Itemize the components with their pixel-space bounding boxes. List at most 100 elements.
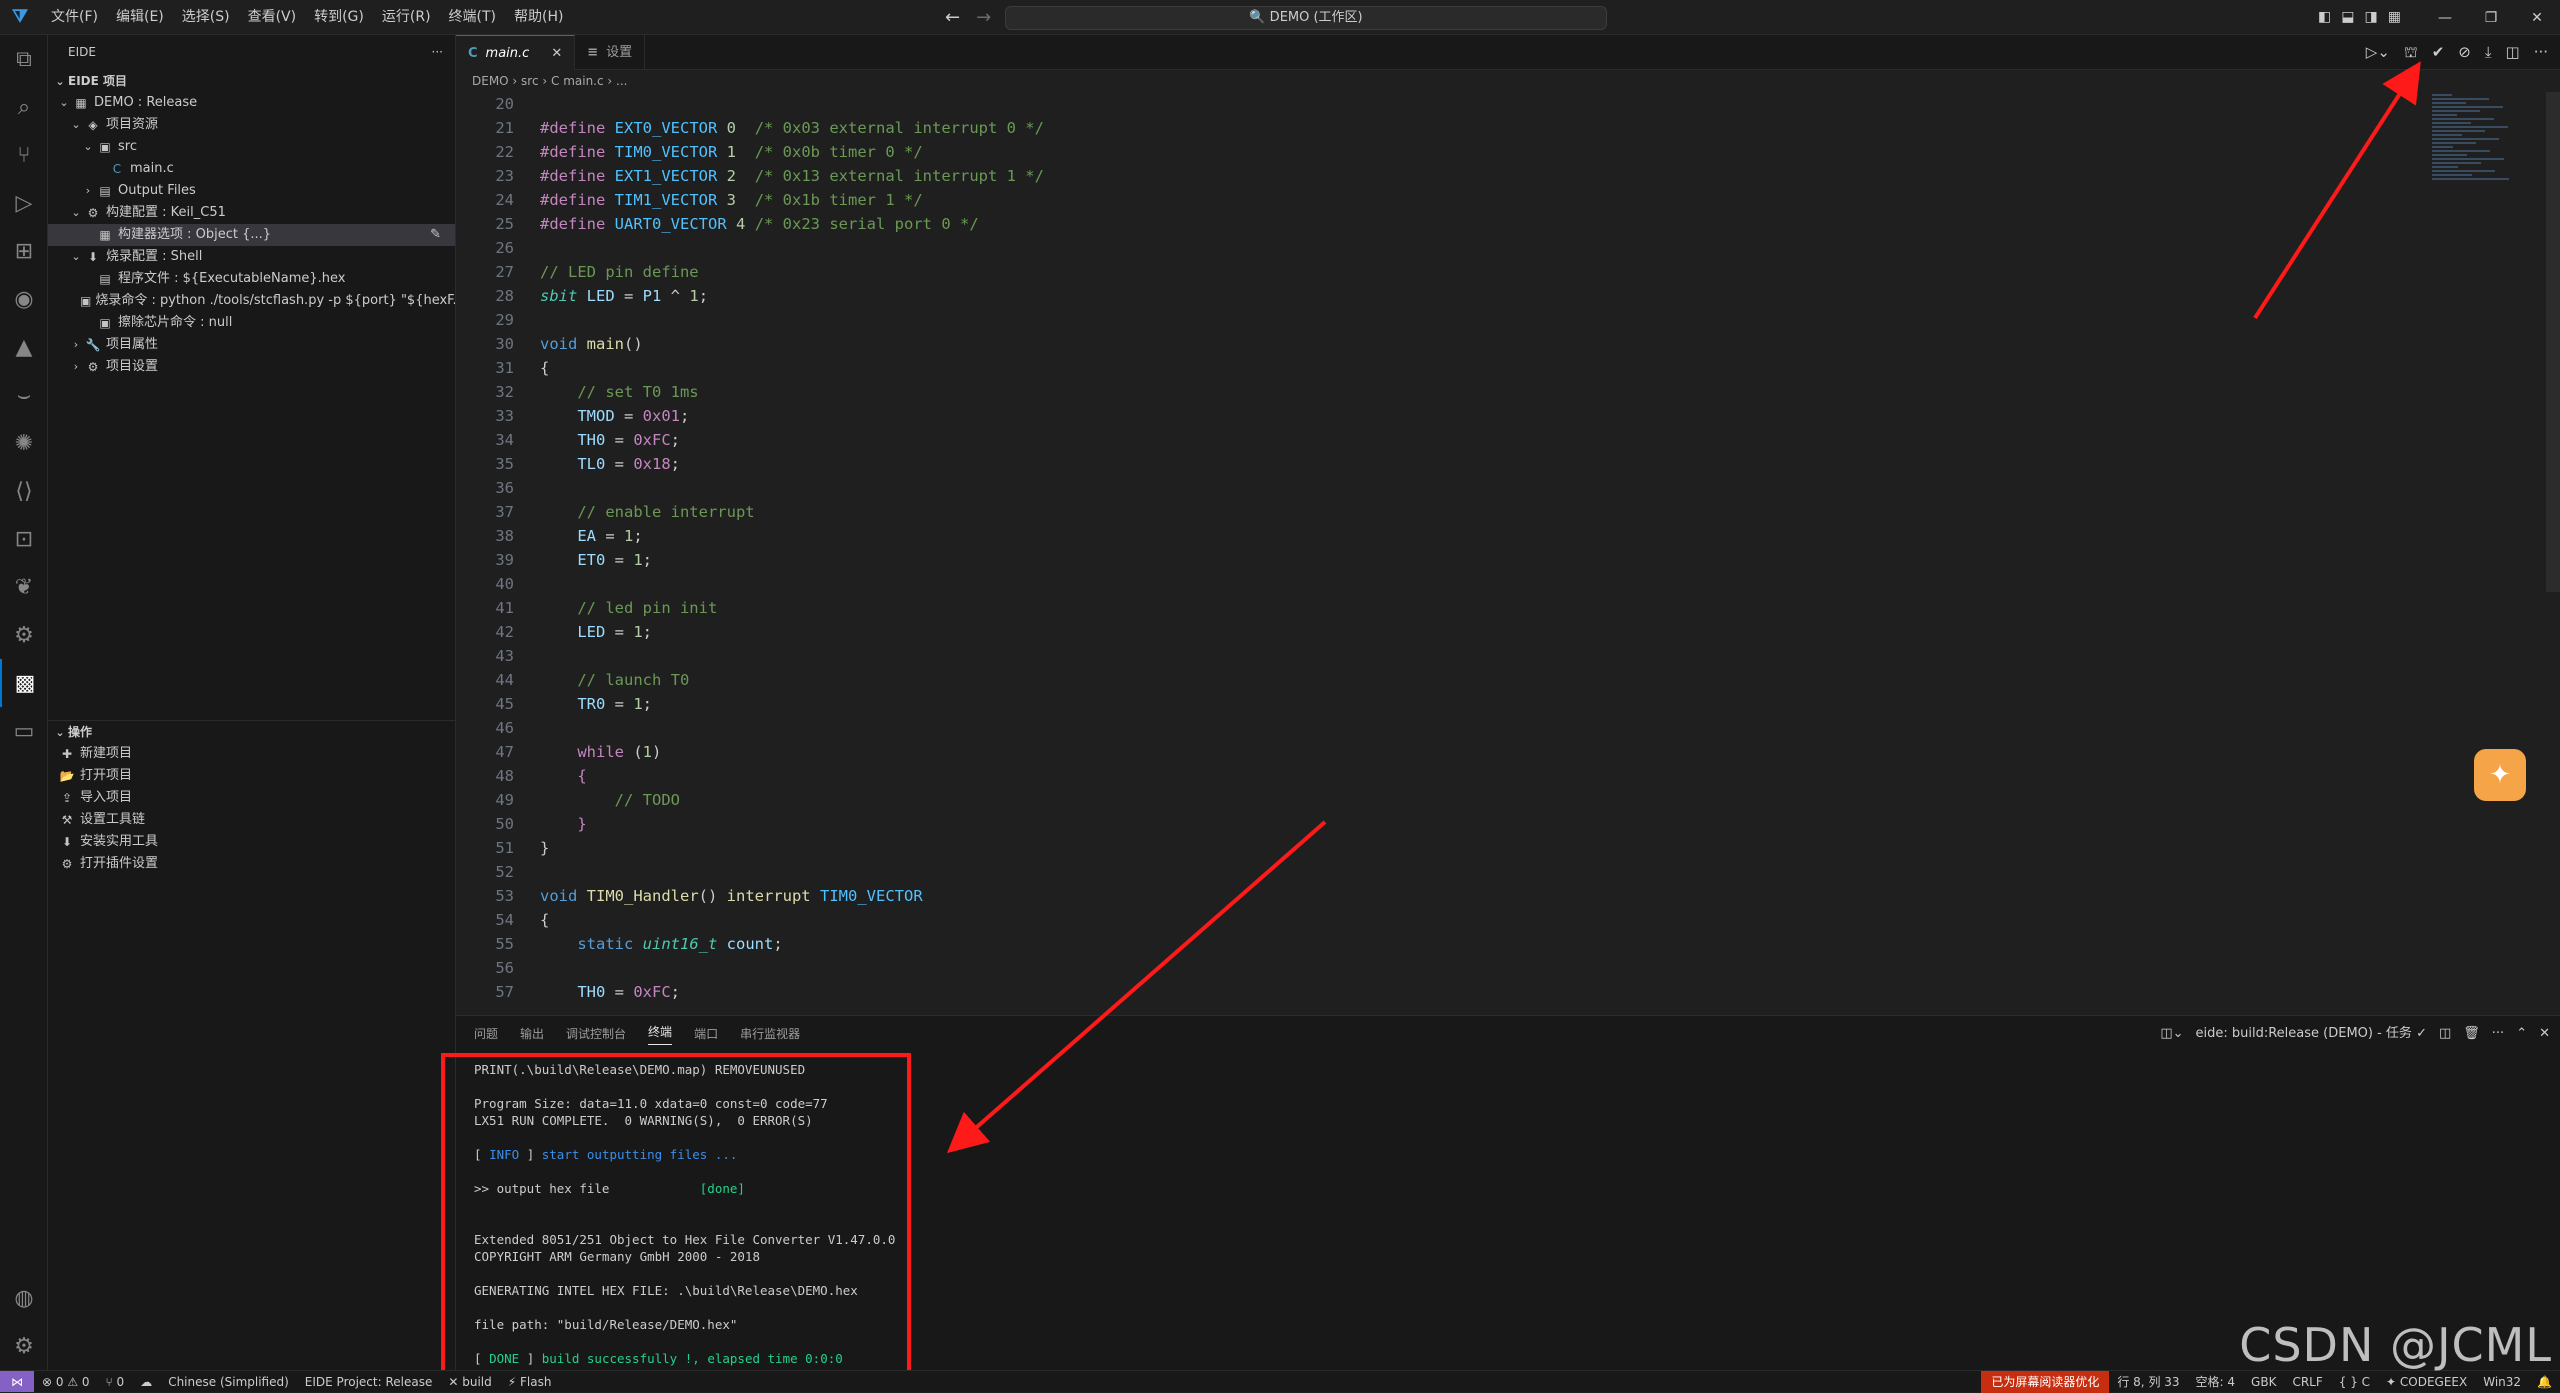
encoding[interactable]: GBK — [2243, 1371, 2284, 1393]
code-line[interactable]: 35 TL0 = 0x18; — [456, 452, 2540, 476]
code-line[interactable]: 43 — [456, 644, 2540, 668]
flash-icon[interactable]: ✔ — [2432, 35, 2445, 70]
eide-chip-icon[interactable]: ▩ — [0, 659, 48, 707]
clean-icon[interactable]: ⊘ — [2458, 35, 2471, 70]
ops-item[interactable]: ⬇ 安装实用工具 — [48, 831, 456, 853]
tab-settings[interactable]: ≡ 设置 — [575, 35, 646, 70]
toggle-panel-icon[interactable]: ⬓ — [2341, 0, 2354, 35]
tree-item[interactable]: ⌄ ▦ DEMO : Release — [48, 92, 455, 114]
manage-gear-icon[interactable]: ⚙ — [0, 1322, 48, 1370]
code-line[interactable]: 36 — [456, 476, 2540, 500]
code-line[interactable]: 54 { — [456, 908, 2540, 932]
notifications-bell-icon[interactable]: 🔔 — [2529, 1371, 2560, 1393]
more-actions-icon[interactable]: ··· — [432, 35, 443, 70]
code-line[interactable]: 26 — [456, 236, 2540, 260]
close-panel-icon[interactable]: ✕ — [2539, 1016, 2550, 1051]
code-line[interactable]: 44 // launch T0 — [456, 668, 2540, 692]
code-line[interactable]: 57 TH0 = 0xFC; — [456, 980, 2540, 1004]
panel-more-icon[interactable]: ··· — [2492, 1016, 2504, 1051]
ops-item[interactable]: ✚ 新建项目 — [48, 743, 456, 765]
code-line[interactable]: 46 — [456, 716, 2540, 740]
code-line[interactable]: 41 // led pin init — [456, 596, 2540, 620]
split-terminal-icon[interactable]: ◫ — [2439, 1016, 2451, 1051]
maximize-panel-icon[interactable]: ⌃ — [2516, 1016, 2527, 1051]
tree-item[interactable]: ▦ 构建器选项 : Object {...} ✎ — [48, 224, 455, 246]
menu-item[interactable]: 终端(T) — [440, 0, 505, 35]
run-icon[interactable]: ▷⌄ — [2366, 35, 2390, 70]
extensions-icon[interactable]: ⊞ — [0, 227, 48, 275]
tree-item[interactable]: ⌄ ▣ src — [48, 136, 455, 158]
menu-item[interactable]: 帮助(H) — [505, 0, 572, 35]
chatgpt-icon[interactable]: ✺ — [0, 419, 48, 467]
code-line[interactable]: 49 // TODO — [456, 788, 2540, 812]
code-line[interactable]: 39 ET0 = 1; — [456, 548, 2540, 572]
ops-item[interactable]: ⚒ 设置工具链 — [48, 809, 456, 831]
tree-item[interactable]: ⌄ ◈ 项目资源 — [48, 114, 455, 136]
tab-main-c[interactable]: Cmain.c ✕ — [456, 35, 576, 70]
panel-tab[interactable]: 端口 — [694, 1025, 718, 1042]
tree-item[interactable]: ▣ 烧录命令 : python ./tools/stcflash.py -p ${… — [48, 290, 455, 312]
tree-item[interactable]: Cmain.c — [48, 158, 455, 180]
menu-item[interactable]: 文件(F) — [42, 0, 107, 35]
tree-item[interactable]: ▤ 程序文件 : ${ExecutableName}.hex — [48, 268, 455, 290]
code-line[interactable]: 48 { — [456, 764, 2540, 788]
tree-item[interactable]: › ⚙ 项目设置 — [48, 356, 455, 378]
code-icon[interactable]: ⟨⟩ — [0, 467, 48, 515]
menu-item[interactable]: 运行(R) — [373, 0, 440, 35]
forward-arrow-icon[interactable]: → — [976, 0, 991, 35]
code-line[interactable]: 25 #define UART0_VECTOR 4 /* 0x23 serial … — [456, 212, 2540, 236]
assistant-bot-icon[interactable]: ✦ — [2474, 749, 2526, 801]
code-line[interactable]: 34 TH0 = 0xFC; — [456, 428, 2540, 452]
code-line[interactable]: 22 #define TIM0_VECTOR 1 /* 0x0b timer 0 … — [456, 140, 2540, 164]
code-line[interactable]: 24 #define TIM1_VECTOR 3 /* 0x1b timer 1 … — [456, 188, 2540, 212]
code-line[interactable]: 23 #define EXT1_VECTOR 2 /* 0x13 external… — [456, 164, 2540, 188]
download-icon[interactable]: ⤓ — [2485, 35, 2492, 70]
minimize-icon[interactable]: — — [2422, 10, 2468, 26]
cloud-icon[interactable]: ☁ — [132, 1371, 160, 1392]
menu-item[interactable]: 转到(G) — [305, 0, 373, 35]
codegeex-status[interactable]: ✦ CODEGEEX — [2378, 1371, 2475, 1393]
panel-tab[interactable]: 串行监视器 — [740, 1025, 800, 1042]
code-line[interactable]: 20 — [456, 92, 2540, 116]
kill-terminal-icon[interactable]: 🗑 — [2463, 1016, 2480, 1051]
platform[interactable]: Win32 — [2475, 1371, 2529, 1393]
flash-button[interactable]: ⚡ Flash — [500, 1371, 560, 1392]
eide-project-indicator[interactable]: EIDE Project: Release — [297, 1371, 441, 1392]
panel-tab[interactable]: 终端 — [648, 1023, 673, 1045]
terminal-output[interactable]: PRINT(.\build\Release\DEMO.map) REMOVEUN… — [474, 1061, 895, 1367]
menu-item[interactable]: 编辑(E) — [107, 0, 173, 35]
breadcrumb[interactable]: DEMO › src › C main.c › ... — [456, 70, 2560, 92]
code-line[interactable]: 56 — [456, 956, 2540, 980]
more-icon[interactable]: ··· — [2534, 35, 2548, 70]
run-debug-icon[interactable]: ▷ — [0, 179, 48, 227]
screen-reader-badge[interactable]: 已为屏幕阅读器优化 — [1981, 1371, 2110, 1393]
tree-item[interactable]: › 🔧 项目属性 — [48, 334, 455, 356]
azure-icon[interactable]: ▲ — [0, 323, 48, 371]
code-line[interactable]: 50 } — [456, 812, 2540, 836]
code-line[interactable]: 33 TMOD = 0x01; — [456, 404, 2540, 428]
code-line[interactable]: 51} — [456, 836, 2540, 860]
remote-explorer-icon[interactable]: ⊡ — [0, 515, 48, 563]
menu-item[interactable]: 选择(S) — [173, 0, 239, 35]
ops-item[interactable]: ⚙ 打开插件设置 — [48, 853, 456, 875]
tree-item[interactable]: ⌄ ⬇ 烧录配置 : Shell — [48, 246, 455, 268]
toggle-sidebar-icon[interactable]: ◧ — [2318, 0, 2331, 35]
language-mode[interactable]: { } C — [2331, 1371, 2378, 1393]
command-center[interactable]: 🔍 DEMO (工作区) — [1005, 6, 1607, 30]
account-icon[interactable]: ◍ — [0, 1274, 48, 1322]
toggle-secondary-sidebar-icon[interactable]: ◨ — [2364, 0, 2377, 35]
ops-item[interactable]: 📂 打开项目 — [48, 765, 456, 787]
code-line[interactable]: 47 while (1) — [456, 740, 2540, 764]
back-arrow-icon[interactable]: ← — [945, 0, 960, 35]
code-editor[interactable]: 20 21 #define EXT0_VECTOR 0 /* 0x03 extern… — [456, 92, 2540, 1014]
code-line[interactable]: 30 void main() — [456, 332, 2540, 356]
restore-icon[interactable]: ❐ — [2468, 10, 2514, 26]
explorer-icon[interactable]: ⧉ — [0, 35, 48, 83]
settings-sync-icon[interactable]: ⚙ — [0, 611, 48, 659]
code-line[interactable]: 38 EA = 1; — [456, 524, 2540, 548]
code-line[interactable]: 29 — [456, 308, 2540, 332]
eol[interactable]: CRLF — [2284, 1371, 2330, 1393]
close-window-icon[interactable]: ✕ — [2514, 10, 2560, 26]
edit-icon[interactable]: ✎ — [430, 224, 441, 246]
folder-icon[interactable]: ▭ — [0, 707, 48, 755]
